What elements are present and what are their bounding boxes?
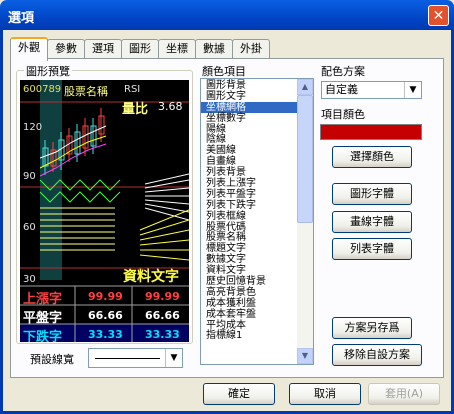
scheme-select[interactable]: 自定義 ▼ bbox=[321, 81, 422, 99]
scheme-value: 自定義 bbox=[325, 83, 358, 96]
fall-label: 下跌字 bbox=[23, 330, 63, 342]
tab-options[interactable]: 選項 bbox=[84, 39, 122, 59]
rise-value-2: 99.99 bbox=[145, 290, 180, 303]
tab-parameters[interactable]: 參數 bbox=[47, 39, 85, 59]
chart-preview: 600789 股票名稱 RSI 量比 3.68 120 90 60 30 資料文… bbox=[20, 80, 189, 342]
draw-font-button[interactable]: 畫線字體 bbox=[332, 211, 412, 233]
scroll-thumb[interactable] bbox=[297, 95, 313, 223]
color-item[interactable]: 列表上漲字 bbox=[201, 178, 298, 189]
color-item[interactable]: 自畫線 bbox=[201, 156, 298, 167]
color-item[interactable]: 股票名稱 bbox=[201, 232, 298, 244]
preview-volume-value: 3.68 bbox=[158, 100, 183, 113]
color-item[interactable]: 列表背景 bbox=[201, 167, 298, 178]
color-item[interactable]: 高亮背景色 bbox=[201, 287, 298, 298]
chevron-down-icon[interactable]: ▼ bbox=[165, 349, 182, 367]
color-item[interactable]: 股票代碼 bbox=[201, 222, 298, 233]
y-tick-label: 30 bbox=[23, 274, 36, 285]
rise-value-1: 99.99 bbox=[88, 290, 123, 303]
fall-value-2: 33.33 bbox=[145, 328, 180, 341]
color-item[interactable]: 資料文字 bbox=[201, 265, 298, 276]
flat-label: 平盤字 bbox=[23, 311, 63, 326]
preview-indicator: RSI bbox=[124, 84, 141, 95]
tab-data[interactable]: 數據 bbox=[195, 39, 233, 59]
close-button[interactable]: ✕ bbox=[428, 5, 449, 26]
color-item[interactable]: 成本獲利盤 bbox=[201, 298, 298, 309]
rise-label: 上漲字 bbox=[23, 292, 63, 307]
cancel-button[interactable]: 取消 bbox=[289, 383, 361, 405]
scroll-up-icon[interactable]: ▲ bbox=[297, 79, 313, 95]
list-font-button[interactable]: 列表字體 bbox=[332, 238, 412, 260]
tab-appearance[interactable]: 外觀 bbox=[10, 37, 48, 61]
flat-value-2: 66.66 bbox=[145, 309, 180, 322]
ok-button[interactable]: 確定 bbox=[203, 383, 275, 405]
color-item[interactable]: 成本套牢盤 bbox=[201, 309, 298, 320]
scroll-down-icon[interactable]: ▼ bbox=[297, 348, 313, 364]
chevron-down-icon[interactable]: ▼ bbox=[404, 82, 421, 98]
tab-coordinates[interactable]: 坐標 bbox=[158, 39, 196, 59]
color-item[interactable]: 列表下跌字 bbox=[201, 200, 298, 211]
save-scheme-button[interactable]: 方案另存爲 bbox=[332, 317, 412, 339]
color-item[interactable]: 數據文字 bbox=[201, 254, 298, 265]
preview-stock-code: 600789 bbox=[23, 84, 62, 95]
preview-group-label: 圖形預覽 bbox=[24, 63, 72, 79]
line-width-sample bbox=[95, 358, 160, 359]
apply-button[interactable]: 套用(A) bbox=[368, 383, 440, 405]
color-items: 圖形背景 圖形文字 坐標網格 坐標數字 陽線 陰線 美國線 自畫線 列表背景 列表上漲字 列表平盤字… bbox=[201, 79, 298, 341]
color-item[interactable]: 美國線 bbox=[201, 145, 298, 156]
line-width-select[interactable]: ▼ bbox=[88, 348, 183, 368]
color-item[interactable]: 圖形背景 bbox=[201, 80, 298, 91]
color-items-label: 顏色項目 bbox=[202, 65, 246, 78]
y-tick-label: 60 bbox=[23, 222, 36, 233]
tab-graphics[interactable]: 圖形 bbox=[121, 39, 159, 59]
color-item[interactable]: 圖形文字 bbox=[201, 91, 298, 102]
color-item[interactable]: 坐標數字 bbox=[201, 113, 298, 124]
color-item[interactable]: 陰線 bbox=[201, 134, 298, 146]
window-title: 選項 bbox=[8, 11, 35, 26]
color-item[interactable]: 陽線 bbox=[201, 124, 298, 135]
color-item[interactable]: 列表框線 bbox=[201, 211, 298, 222]
item-color-label: 項目顏色 bbox=[321, 108, 365, 121]
preview-stock-name: 股票名稱 bbox=[64, 85, 108, 98]
color-item[interactable]: 列表平盤字 bbox=[201, 189, 298, 200]
tab-strip: 外觀 參數 選項 圖形 坐標 數據 外掛 bbox=[10, 37, 270, 61]
scheme-label: 配色方案 bbox=[321, 65, 365, 78]
color-item[interactable]: 標題文字 bbox=[201, 243, 298, 254]
item-color-swatch bbox=[320, 124, 422, 140]
color-item[interactable]: 坐標網格 bbox=[201, 101, 298, 113]
color-items-list[interactable]: 圖形背景 圖形文字 坐標網格 坐標數字 陽線 陰線 美國線 自畫線 列表背景 列表上漲字 列表平盤字… bbox=[200, 78, 314, 365]
line-width-label: 預設線寬 bbox=[30, 353, 74, 366]
title-bar: 選項 ✕ bbox=[0, 0, 454, 30]
fall-value-1: 33.33 bbox=[88, 328, 123, 341]
preview-volume-label: 量比 bbox=[122, 102, 149, 117]
preview-data-text: 資料文字 bbox=[123, 269, 179, 285]
y-tick-label: 90 bbox=[23, 171, 36, 182]
chart-font-button[interactable]: 圖形字體 bbox=[332, 183, 412, 205]
remove-scheme-button[interactable]: 移除自設方案 bbox=[332, 344, 422, 366]
flat-value-1: 66.66 bbox=[88, 309, 123, 322]
color-item[interactable]: 歷史回憶背景 bbox=[201, 276, 298, 287]
y-tick-label: 120 bbox=[23, 122, 43, 133]
tab-plugins[interactable]: 外掛 bbox=[232, 39, 270, 59]
choose-color-button[interactable]: 選擇顏色 bbox=[332, 146, 412, 168]
color-item[interactable]: 平均成本 bbox=[201, 320, 298, 331]
color-items-scrollbar[interactable]: ▲ ▼ bbox=[297, 79, 313, 364]
color-item[interactable]: 指標線1 bbox=[201, 330, 298, 342]
